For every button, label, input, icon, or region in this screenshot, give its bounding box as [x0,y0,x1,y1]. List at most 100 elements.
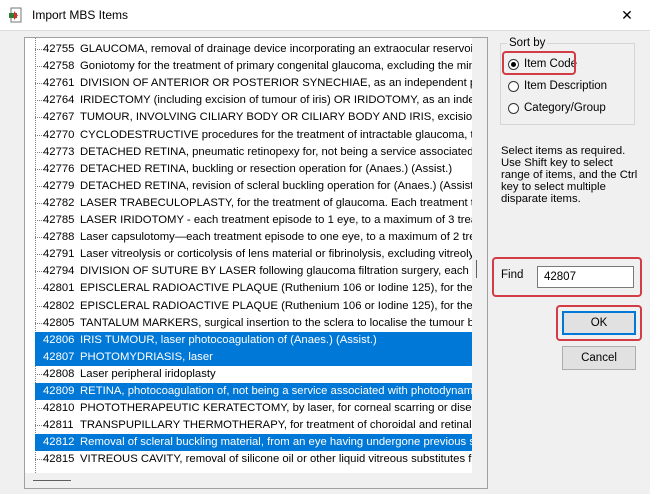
list-item-text: 42812 Removal of scleral buckling materia… [35,434,473,452]
item-description: CYCLODESTRUCTIVE procedures for the trea… [80,128,473,141]
list-item[interactable]: 42782 LASER TRABECULOPLASTY, for the trea… [25,195,473,212]
list-item[interactable]: 42812 Removal of scleral buckling materia… [25,434,473,452]
dialog-body: 42755 GLAUCOMA, removal of drainage devic… [0,30,650,494]
item-code: 42809 [43,385,75,397]
item-description: RETINA, photocoagulation of, not being a… [80,385,473,397]
vertical-scrollbar[interactable] [472,38,487,473]
item-description: PHOTOMYDRIASIS, laser [80,350,213,363]
list-item[interactable]: 42770 CYCLODESTRUCTIVE procedures for the… [25,127,473,144]
list-item[interactable]: 42773 DETACHED RETINA, pneumatic retinope… [25,144,473,161]
sort-item-description-label: Item Description [524,80,608,92]
item-description: DIVISION OF ANTERIOR OR POSTERIOR SYNECH… [80,77,473,90]
item-code: 42788 [43,231,75,244]
item-code: 42767 [43,111,75,124]
list-item[interactable]: 42807 PHOTOMYDRIASIS, laser [25,348,473,366]
item-description: IRIS TUMOUR, laser photocoagulation of (… [80,333,377,346]
item-code: 42807 [43,350,75,363]
item-description: GLAUCOMA, removal of drainage device inc… [80,43,473,55]
item-description: LASER TRABECULOPLASTY, for the treatment… [80,196,473,209]
item-code: 42808 [43,367,75,380]
list-item[interactable]: 42779 DETACHED RETINA, revision of sclera… [25,178,473,195]
item-code: 42764 [43,94,75,107]
item-code: 42794 [43,265,75,278]
item-description: PHOTOTHERAPEUTIC KERATECTOMY, by laser, … [80,402,473,415]
list-item[interactable]: 42785 LASER IRIDOTOMY - each treatment ep… [25,212,473,229]
item-description: EPISCLERAL RADIOACTIVE PLAQUE (Ruthenium… [80,282,473,295]
window-title: Import MBS Items [32,8,129,22]
item-description: Removal of scleral buckling material, fr… [80,436,473,449]
item-code: 42791 [43,248,75,261]
sort-category-group-radio[interactable]: Category/Group [508,100,606,116]
item-code: 42810 [43,402,75,415]
list-item[interactable]: 42810 PHOTOTHERAPEUTIC KERATECTOMY, by la… [25,400,473,417]
list-item[interactable]: 42802 EPISCLERAL RADIOACTIVE PLAQUE (Ruth… [25,298,473,315]
radio-empty-icon [508,80,519,92]
item-code-highlight [502,51,576,75]
list-item-text: 42764 IRIDECTOMY (including excision of t… [35,92,473,109]
list-item[interactable]: 42794 DIVISION OF SUTURE BY LASER followi… [25,263,473,280]
item-description: TRANSPUPILLARY THERMOTHERAPY, for treatm… [80,419,473,432]
list-item[interactable]: 42767 TUMOUR, INVOLVING CILIARY BODY OR C… [25,109,473,126]
item-description: Laser capsulotomy—each treatment episode… [80,231,473,244]
radio-empty-icon [508,102,519,114]
item-code: 42802 [43,299,75,312]
sort-item-description-radio[interactable]: Item Description [508,78,607,94]
list-item[interactable]: 42755 GLAUCOMA, removal of drainage devic… [25,41,473,58]
cancel-button[interactable]: Cancel [562,346,636,370]
list-item[interactable]: 42758 Goniotomy for the treatment of prim… [25,58,473,75]
list-item[interactable]: 42801 EPISCLERAL RADIOACTIVE PLAQUE (Ruth… [25,280,473,297]
item-code: 42779 [43,179,75,192]
list-item-text: 42801 EPISCLERAL RADIOACTIVE PLAQUE (Ruth… [35,280,473,297]
list-item[interactable]: 42808 Laser peripheral iridoplasty [25,366,473,383]
item-code: 42785 [43,214,75,226]
find-highlight [492,257,642,297]
list-item[interactable]: 42761 DIVISION OF ANTERIOR OR POSTERIOR S… [25,75,473,92]
list-item-text: 42808 Laser peripheral iridoplasty [35,366,216,383]
list-item-text: 42806 IRIS TUMOUR, laser photocoagulation… [35,331,473,349]
list-item[interactable]: 42815 VITREOUS CAVITY, removal of silicon… [25,451,473,468]
list-item[interactable]: 42806 IRIS TUMOUR, laser photocoagulation… [25,331,473,349]
list-item-text: 42755 GLAUCOMA, removal of drainage devic… [35,41,473,58]
list-item[interactable]: 42791 Laser vitreolysis or corticolysis o… [25,246,473,263]
horizontal-scrollbar[interactable] [25,473,473,488]
item-description: Laser vitreolysis or corticolysis of len… [80,248,473,261]
list-item-text: 42811 TRANSPUPILLARY THERMOTHERAPY, for t… [35,417,473,434]
list-rows: 42755 GLAUCOMA, removal of drainage devic… [25,38,473,473]
title-bar: Import MBS Items ✕ [0,0,650,30]
item-description: DETACHED RETINA, buckling or resection o… [80,162,453,175]
selection-help-text: Select items as required. Use Shift key … [501,145,638,205]
ok-highlight [556,305,642,341]
list-item[interactable]: 42788 Laser capsulotomy—each treatment ep… [25,229,473,246]
item-code: 42758 [43,60,75,73]
vertical-scroll-thumb[interactable] [476,260,477,278]
item-description: DETACHED RETINA, pneumatic retinopexy fo… [80,145,473,158]
list-item-text: 42782 LASER TRABECULOPLASTY, for the trea… [35,195,473,212]
list-item-text: 42758 Goniotomy for the treatment of prim… [35,58,473,75]
item-code: 42776 [43,162,75,175]
item-description: DIVISION OF SUTURE BY LASER following gl… [80,265,473,278]
close-icon[interactable]: ✕ [604,0,650,30]
item-code: 42811 [43,419,74,432]
list-item[interactable]: 42764 IRIDECTOMY (including excision of t… [25,92,473,109]
list-item-text: 42809 RETINA, photocoagulation of, not be… [35,383,473,400]
horizontal-scroll-thumb[interactable] [33,480,71,481]
item-description: Laser peripheral iridoplasty [80,367,216,380]
list-item[interactable]: 42805 TANTALUM MARKERS, surgical insertio… [25,315,473,332]
mbs-items-list[interactable]: 42755 GLAUCOMA, removal of drainage devic… [24,37,488,489]
app-icon [8,7,24,23]
item-description: LASER IRIDOTOMY - each treatment episode… [80,214,473,226]
item-code: 42806 [43,333,75,346]
item-code: 42755 [43,43,75,55]
item-code: 42773 [43,145,75,158]
list-item[interactable]: 42809 RETINA, photocoagulation of, not be… [25,383,473,400]
list-item-text: 42776 DETACHED RETINA, buckling or resect… [35,161,452,178]
item-code: 42805 [43,316,75,329]
list-item-text: 42785 LASER IRIDOTOMY - each treatment ep… [35,212,473,229]
list-item-text: 42779 DETACHED RETINA, revision of sclera… [35,178,473,195]
item-description: IRIDECTOMY (including excision of tumour… [80,94,473,107]
list-item[interactable]: 42811 TRANSPUPILLARY THERMOTHERAPY, for t… [25,417,473,434]
sort-by-legend: Sort by [507,37,548,49]
list-item[interactable]: 42776 DETACHED RETINA, buckling or resect… [25,161,473,178]
list-item-text: 42794 DIVISION OF SUTURE BY LASER followi… [35,263,473,280]
list-item-text: 42788 Laser capsulotomy—each treatment ep… [35,229,473,246]
